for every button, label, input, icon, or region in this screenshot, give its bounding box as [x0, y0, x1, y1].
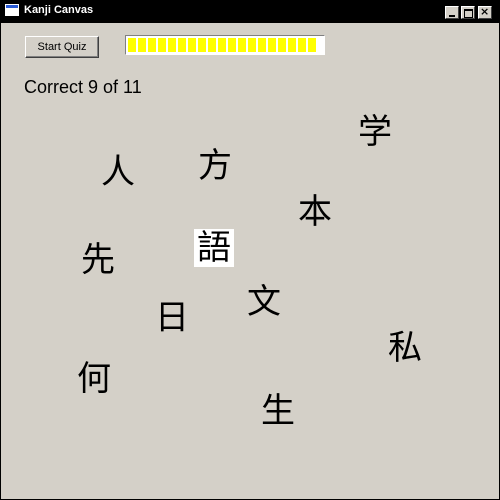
kanji-hon[interactable]: 本	[298, 195, 332, 229]
progress-bar	[125, 35, 325, 55]
progress-segment	[178, 38, 186, 52]
progress-segment	[158, 38, 166, 52]
progress-segment	[278, 38, 286, 52]
progress-segment	[168, 38, 176, 52]
progress-segment	[228, 38, 236, 52]
kanji-hi[interactable]: 日	[155, 301, 189, 335]
progress-segment	[128, 38, 136, 52]
progress-segment	[288, 38, 296, 52]
progress-segment	[248, 38, 256, 52]
progress-segment	[148, 38, 156, 52]
window-icon	[5, 4, 19, 16]
kanji-saki[interactable]: 先	[81, 243, 115, 277]
kanji-kata[interactable]: 方	[198, 149, 232, 183]
progress-segment	[268, 38, 276, 52]
title-bar[interactable]: Kanji Canvas ×	[1, 1, 499, 23]
minimize-icon[interactable]	[445, 6, 459, 19]
app-window: Kanji Canvas × Start Quiz Correct 9 of 1…	[0, 0, 500, 500]
kanji-go[interactable]: 語	[194, 229, 234, 267]
window-title: Kanji Canvas	[24, 4, 94, 16]
progress-segment	[258, 38, 266, 52]
progress-segment	[238, 38, 246, 52]
kanji-manabu[interactable]: 学	[358, 115, 392, 149]
maximize-icon[interactable]	[461, 6, 475, 19]
progress-segment	[308, 38, 316, 52]
progress-segment	[198, 38, 206, 52]
progress-segment	[188, 38, 196, 52]
score-label: Correct 9 of 11	[24, 77, 142, 97]
progress-fill	[128, 38, 322, 52]
kanji-nani[interactable]: 何	[77, 362, 111, 396]
kanji-hito[interactable]: 人	[101, 155, 135, 189]
start-quiz-button[interactable]: Start Quiz	[25, 36, 99, 58]
progress-segment	[298, 38, 306, 52]
close-icon[interactable]: ×	[478, 5, 492, 19]
progress-segment	[138, 38, 146, 52]
kanji-watashi[interactable]: 私	[388, 331, 422, 365]
progress-segment	[208, 38, 216, 52]
kanji-bun[interactable]: 文	[247, 285, 281, 319]
progress-segment	[218, 38, 226, 52]
kanji-sei[interactable]: 生	[261, 394, 295, 428]
